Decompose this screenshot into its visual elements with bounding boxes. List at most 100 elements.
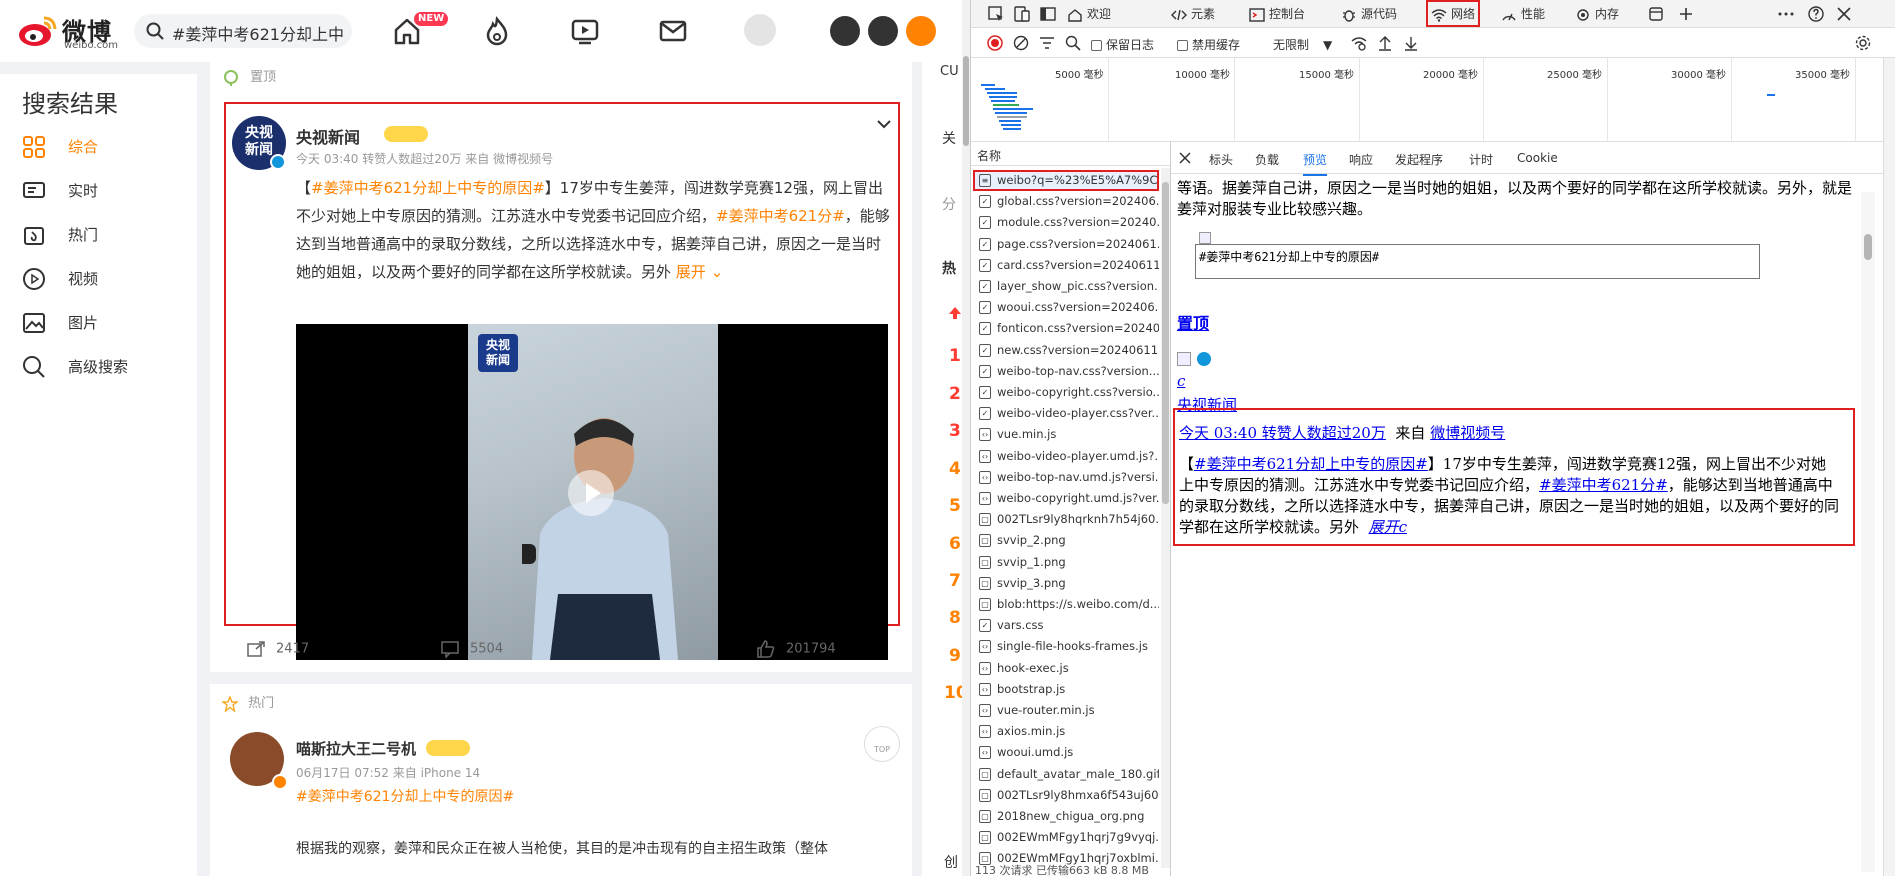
tab-welcome[interactable]: 欢迎 — [1067, 5, 1111, 22]
search-icon[interactable] — [1065, 35, 1081, 51]
tab-response[interactable]: 响应 — [1349, 151, 1373, 168]
hot-rank-6[interactable]: 6 — [949, 534, 961, 554]
hashtag-link[interactable]: #姜萍中考621分却上中专的原因# — [311, 179, 545, 197]
tab-network[interactable]: 网络 — [1425, 0, 1481, 27]
search-box[interactable]: #姜萍中考621分却上中 — [134, 14, 352, 48]
request-row[interactable]: ≡ weibo?q=%23%E5%A7%9C... — [973, 170, 1159, 191]
sidebar-toggle-icon[interactable] — [1039, 5, 1057, 23]
filter-all[interactable]: 综合 — [22, 132, 192, 162]
record-icon[interactable] — [987, 35, 1003, 51]
preview-expand-link[interactable]: 展开c — [1369, 518, 1407, 536]
request-row[interactable]: ✓ weibo-video-player.css?ver... — [973, 403, 1159, 424]
request-row[interactable]: ✓ weibo-copyright.css?versio... — [973, 382, 1159, 403]
network-conditions-icon[interactable] — [1351, 35, 1367, 51]
filter-image[interactable]: 图片 — [22, 308, 192, 338]
request-row[interactable]: ‹› hook-exec.js — [973, 658, 1159, 679]
right-hot-text[interactable]: 热 — [942, 258, 956, 278]
request-row[interactable]: ‹› weibo-copyright.umd.js?ver... — [973, 488, 1159, 509]
comment-button[interactable]: 5504 — [440, 640, 503, 658]
preview-scroll-thumb[interactable] — [1864, 234, 1872, 260]
request-row[interactable]: ‹› vue.min.js — [973, 424, 1159, 445]
device-icon[interactable] — [1013, 5, 1031, 23]
request-row[interactable]: ‹› axios.min.js — [973, 721, 1159, 742]
right-follow-text[interactable]: 关 — [942, 128, 956, 148]
filter-icon[interactable] — [1039, 35, 1055, 51]
request-row[interactable]: ‹› bootstrap.js — [973, 679, 1159, 700]
throttle-select[interactable]: 无限制 ▼ — [1273, 36, 1332, 53]
request-row[interactable]: ▢ 002TLsr9ly8hmxa6f543uj60... — [973, 785, 1159, 806]
request-row[interactable]: ▢ svvip_2.png — [973, 530, 1159, 551]
request-row[interactable]: ‹› vue-router.min.js — [973, 700, 1159, 721]
post-meta[interactable]: 06月17日 07:52 来自 iPhone 14 — [296, 764, 480, 781]
right-group-text[interactable]: 分 — [942, 194, 956, 214]
tab-sources[interactable]: 源代码 — [1341, 5, 1397, 22]
tab-performance[interactable]: 性能 — [1501, 5, 1545, 22]
more-options-icon[interactable] — [1777, 5, 1795, 23]
play-button-icon[interactable] — [568, 470, 614, 516]
tab-initiator[interactable]: 发起程序 — [1395, 151, 1443, 168]
hashtag-link[interactable]: #姜萍中考621分# — [716, 207, 845, 225]
message-icon[interactable] — [656, 14, 690, 48]
tab-timing[interactable]: 计时 — [1469, 151, 1493, 168]
video-icon[interactable] — [568, 14, 602, 48]
search-input[interactable]: #姜萍中考621分却上中 — [172, 21, 348, 45]
tab-console[interactable]: 控制台 — [1249, 5, 1305, 22]
tab-elements[interactable]: 元素 — [1171, 5, 1215, 22]
post-meta[interactable]: 今天 03:40 转赞人数超过20万 来自 微博视频号 — [296, 150, 553, 167]
network-overview-timeline[interactable]: 5000 毫秒 10000 毫秒 15000 毫秒 20000 毫秒 25000… — [971, 58, 1883, 142]
video-player[interactable]: 央视 新闻 — [296, 324, 888, 660]
preview-c-link[interactable]: c — [1177, 372, 1185, 390]
preserve-log-checkbox[interactable]: 保留日志 — [1091, 36, 1154, 53]
right-create-text[interactable]: 创 — [944, 852, 958, 872]
tab-headers[interactable]: 标头 — [1209, 151, 1233, 168]
vip-badge-icon[interactable] — [426, 740, 470, 756]
filter-realtime[interactable]: 实时 — [22, 176, 192, 206]
chevron-down-icon[interactable] — [876, 116, 892, 132]
help-icon[interactable] — [1807, 5, 1825, 23]
request-row[interactable]: ▢ 002EWmMFgy1hqrj7g9vyqj... — [973, 827, 1159, 848]
weibo-logo-icon[interactable] — [18, 14, 58, 48]
hashtag-link[interactable]: #姜萍中考621分却上中专的原因# — [296, 786, 514, 806]
request-row[interactable]: ✓ wooui.css?version=202406... — [973, 297, 1159, 318]
repost-button[interactable]: 2417 — [246, 640, 309, 658]
export-har-icon[interactable] — [1403, 35, 1419, 51]
tab-cookie[interactable]: Cookie — [1517, 151, 1558, 165]
request-row[interactable]: ✓ module.css?version=20240... — [973, 212, 1159, 233]
preview-scrollbar[interactable] — [1861, 192, 1875, 872]
preview-textarea[interactable]: #姜萍中考621分却上中专的原因# — [1195, 244, 1760, 279]
request-row[interactable]: ✓ fonticon.css?version=20240... — [973, 318, 1159, 339]
request-row[interactable]: ▢ blob:https://s.weibo.com/d... — [973, 594, 1159, 615]
request-row[interactable]: ✓ layer_show_pic.css?version... — [973, 276, 1159, 297]
preview-time-link[interactable]: 今天 03:40 转赞人数超过20万 — [1179, 424, 1386, 442]
vip-badge-icon[interactable] — [384, 126, 428, 142]
game-icon[interactable] — [830, 16, 860, 46]
request-row[interactable]: ▢ 2018new_chigua_org.png — [973, 806, 1159, 827]
like-button[interactable]: 201794 — [756, 640, 836, 658]
close-icon[interactable] — [1835, 5, 1853, 23]
request-row[interactable]: ▢ 002TLsr9ly8hqrknh7h54j60... — [973, 509, 1159, 530]
request-row[interactable]: ‹› single-file-hooks-frames.js — [973, 636, 1159, 657]
hot-rank-3[interactable]: 3 — [949, 421, 961, 441]
request-row[interactable]: ▢ default_avatar_male_180.gif... — [973, 764, 1159, 785]
request-row[interactable]: ▢ svvip_1.png — [973, 552, 1159, 573]
author-name[interactable]: 央视新闻 — [296, 124, 360, 148]
preview-hashtag-link[interactable]: #姜萍中考621分# — [1539, 476, 1668, 494]
request-row[interactable]: ‹› weibo-top-nav.umd.js?versi... — [973, 467, 1159, 488]
tab-preview[interactable]: 预览 — [1303, 151, 1328, 176]
settings-icon[interactable] — [1855, 35, 1871, 51]
add-tab-icon[interactable] — [1677, 5, 1695, 23]
filter-advanced-search[interactable]: 高级搜索 — [22, 352, 192, 382]
request-list-header[interactable]: 名称 — [971, 142, 1170, 166]
request-row[interactable]: ✓ global.css?version=202406... — [973, 191, 1159, 212]
hot-rank-7[interactable]: 7 — [949, 571, 961, 591]
request-list-scroll-thumb[interactable] — [1162, 182, 1169, 504]
expand-link[interactable]: 展开 ⌄ — [676, 263, 723, 281]
hot-rank-5[interactable]: 5 — [949, 496, 961, 516]
inspect-icon[interactable] — [987, 5, 1005, 23]
settings-icon[interactable] — [868, 16, 898, 46]
back-to-top-button[interactable]: TOP — [864, 726, 900, 762]
hot-fire-icon[interactable] — [480, 14, 514, 48]
filter-video[interactable]: 视频 — [22, 264, 192, 294]
request-row[interactable]: ✓ weibo-top-nav.css?version... — [973, 361, 1159, 382]
request-row[interactable]: ✓ card.css?version=20240611... — [973, 255, 1159, 276]
